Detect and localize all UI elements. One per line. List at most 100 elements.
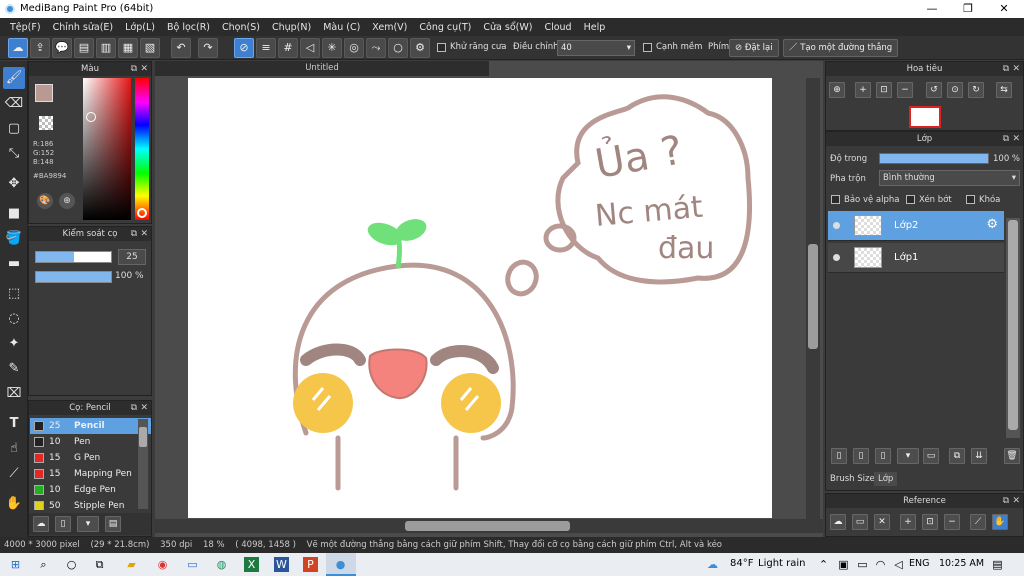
merge-layer-icon[interactable]: ⇊ — [971, 448, 987, 464]
eye-icon[interactable] — [833, 222, 840, 229]
cloud-brush-icon[interactable]: ☁ — [33, 516, 49, 532]
canvas-document[interactable]: Ủa ? Nc mát đau — [188, 78, 772, 518]
vertical-scroll-thumb[interactable] — [808, 244, 818, 349]
antialias-checkbox[interactable] — [437, 43, 446, 52]
zoom-in-icon[interactable]: + — [900, 514, 916, 530]
close-icon[interactable]: ✕ — [1012, 494, 1020, 508]
chevron-up-icon[interactable]: ⌃ — [816, 557, 831, 572]
hue-slider-handle[interactable] — [137, 208, 147, 218]
tone-icon[interactable]: ▧ — [140, 38, 160, 58]
new-8bit-layer-icon[interactable]: ▯ — [875, 448, 891, 464]
windows-start-icon[interactable]: ⊞ — [8, 557, 23, 572]
redo-icon[interactable]: ↷ — [198, 38, 218, 58]
parallel-snap-icon[interactable]: ≡ — [256, 38, 276, 58]
chrome-icon[interactable]: ◉ — [155, 557, 170, 572]
brush-item[interactable]: 15 Mapping Pen — [30, 466, 151, 482]
menu-color[interactable]: Màu (C) — [317, 22, 366, 33]
menu-layer[interactable]: Lớp(L) — [119, 22, 161, 33]
circle-snap-icon[interactable]: ○ — [388, 38, 408, 58]
blend-mode-select[interactable]: Bình thường ▾ — [879, 170, 1020, 186]
edge-icon[interactable]: ◍ — [214, 557, 229, 572]
brush-settings-icon[interactable]: ▤ — [105, 516, 121, 532]
duplicate-layer-icon[interactable]: ⧉ — [949, 448, 965, 464]
adjust-select[interactable]: 40 ▾ — [557, 40, 635, 56]
transparent-color-swatch[interactable] — [39, 116, 53, 130]
tab-brush-size[interactable]: Brush Size — [828, 472, 877, 486]
wifi-icon[interactable]: ◠ — [873, 557, 888, 572]
radial-snap-icon[interactable]: ✳ — [322, 38, 342, 58]
eraser-tool-icon[interactable]: ⌫ — [3, 93, 25, 115]
notification-icon[interactable]: ▤ — [990, 557, 1005, 572]
canvas-horizontal-scrollbar[interactable] — [155, 519, 823, 533]
rotate-reset-icon[interactable]: ⊙ — [947, 82, 963, 98]
close-button[interactable]: ✕ — [986, 1, 1022, 17]
volume-icon[interactable]: ◁ — [891, 557, 906, 572]
file-explorer-icon[interactable]: ▰ — [124, 557, 139, 572]
new-layer-icon[interactable]: ▯ — [831, 448, 847, 464]
snap-settings-gear-icon[interactable]: ⚙ — [410, 38, 430, 58]
taskbar-medibang-button[interactable]: ● — [326, 553, 356, 576]
close-icon[interactable]: ✕ — [1012, 62, 1020, 76]
brush-item[interactable]: 25 Pencil ⚙ — [30, 418, 151, 434]
new-brush-icon[interactable]: ▯ — [55, 516, 71, 532]
brush-size-slider[interactable] — [35, 251, 112, 263]
palette-add-icon[interactable]: ⊕ — [59, 193, 75, 209]
brush-tool-icon[interactable]: 🖌 — [3, 67, 25, 89]
palette-icon[interactable]: 🎨 — [37, 193, 53, 209]
move-tool-icon[interactable]: ✥ — [3, 173, 25, 195]
operation-tool-icon[interactable]: ☝ — [3, 438, 25, 460]
undock-icon[interactable]: ⧉ — [1003, 132, 1009, 146]
upload-icon[interactable]: ⇪ — [30, 38, 50, 58]
brush-item[interactable]: 15 G Pen — [30, 450, 151, 466]
cortana-icon[interactable]: ○ — [64, 557, 79, 572]
brush-item[interactable]: 10 Pen — [30, 434, 151, 450]
lock-checkbox[interactable] — [966, 195, 975, 204]
brush-settings-gear-icon[interactable]: ⚙ — [150, 418, 151, 434]
select-rect-tool-icon[interactable]: ⬚ — [3, 283, 25, 305]
layer-settings-gear-icon[interactable]: ⚙ — [986, 217, 998, 232]
soft-edge-checkbox[interactable] — [643, 43, 652, 52]
hand-icon[interactable]: ✋ — [992, 514, 1008, 530]
brush-item[interactable]: 10 Edge Pen — [30, 482, 151, 498]
word-icon[interactable]: W — [274, 557, 289, 572]
folder-icon[interactable]: ▭ — [923, 448, 939, 464]
brush-item[interactable]: 50 Stipple Pen — [30, 498, 151, 510]
eye-icon[interactable] — [833, 254, 840, 261]
brush-list-scroll-thumb[interactable] — [139, 427, 147, 447]
horizontal-scroll-thumb[interactable] — [405, 521, 570, 531]
layer-row-lop1[interactable]: Lớp1 — [828, 243, 1004, 273]
brush-list-scrollbar[interactable] — [138, 419, 148, 509]
menu-help[interactable]: Help — [578, 22, 612, 33]
panel-icon[interactable]: ▤ — [74, 38, 94, 58]
search-icon[interactable]: ⌕ — [36, 557, 51, 572]
bucket-tool-icon[interactable]: 🪣 — [3, 228, 25, 250]
undock-icon[interactable]: ⧉ — [131, 401, 137, 415]
open-folder-icon[interactable]: ▭ — [852, 514, 868, 530]
canvas-vertical-scrollbar[interactable] — [806, 78, 820, 519]
menu-cloud[interactable]: Cloud — [538, 22, 577, 33]
undock-icon[interactable]: ⧉ — [1003, 494, 1009, 508]
gradient-tool-icon[interactable]: ▬ — [3, 253, 25, 275]
tab-layer[interactable]: Lớp — [874, 472, 898, 486]
brush-opacity-slider[interactable] — [35, 271, 112, 283]
layer-opacity-slider[interactable] — [879, 153, 989, 164]
add-layer-dropdown-icon[interactable]: ▾ — [897, 448, 919, 464]
rotate-left-icon[interactable]: ↺ — [926, 82, 942, 98]
weather-text[interactable]: Light rain — [758, 558, 806, 569]
speech-bubble-icon[interactable]: 💬 — [52, 38, 72, 58]
undo-icon[interactable]: ↶ — [171, 38, 191, 58]
undock-icon[interactable]: ⧉ — [1003, 62, 1009, 76]
color-saturation-picker[interactable] — [83, 78, 131, 220]
snap-off-icon[interactable]: ⊘ — [234, 38, 254, 58]
zoom-out-icon[interactable]: − — [944, 514, 960, 530]
cloud-icon[interactable]: ☁ — [8, 38, 28, 58]
task-view-icon[interactable]: ⧉ — [92, 557, 107, 572]
fill-rect-tool-icon[interactable]: ■ — [3, 203, 25, 225]
add-brush-dropdown-icon[interactable]: ▾ — [77, 516, 99, 532]
select-eraser-tool-icon[interactable]: ⌧ — [3, 383, 25, 405]
close-icon[interactable]: ✕ — [1012, 132, 1020, 146]
menu-tools[interactable]: Công cụ(T) — [413, 22, 477, 33]
layer-scroll-thumb[interactable] — [1008, 220, 1018, 430]
straight-line-button[interactable]: ／ Tạo một đường thẳng — [783, 39, 899, 57]
select-pen-tool-icon[interactable]: ✎ — [3, 358, 25, 380]
